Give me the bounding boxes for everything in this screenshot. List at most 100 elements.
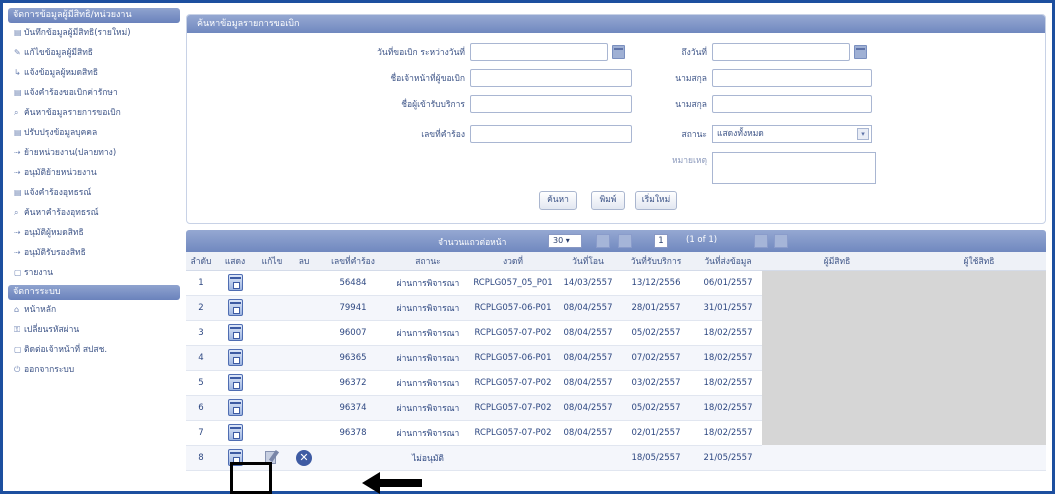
request-no-input[interactable]	[470, 125, 632, 143]
cell-edit	[254, 295, 290, 321]
cell-transfer: 08/04/2557	[558, 370, 618, 396]
calendar-icon[interactable]	[612, 45, 625, 59]
pointer-arrow-icon	[362, 472, 422, 494]
sidebar-item-label: ออกจากระบบ	[24, 365, 75, 375]
sidebar-item[interactable]: ⌂ หน้าหลัก	[8, 300, 180, 320]
sidebar-item[interactable]: ▢ ติดต่อเจ้าหน้าที่ สปสช.	[8, 340, 180, 360]
sidebar-item[interactable]: ⌕ ค้นหาคำร้องอุทธรณ์	[8, 203, 180, 223]
delete-icon[interactable]: ✕	[296, 449, 312, 466]
sidebar-item[interactable]: ▢ รายงาน	[8, 263, 180, 283]
status-select[interactable]: แสดงทั้งหมด ▾	[712, 125, 872, 143]
next-page-icon[interactable]	[754, 234, 768, 248]
table-row[interactable]: 2 79941 ผ่านการพิจารณา RCPLG057-06-P01 08/04…	[186, 295, 1046, 321]
print-button[interactable]: พิมพ์	[591, 191, 625, 210]
cell-period: RCPLG057-07-P02	[468, 395, 558, 421]
date-from-input[interactable]	[470, 43, 608, 61]
patient-surname-input[interactable]	[712, 95, 872, 113]
search-button[interactable]: ค้นหา	[539, 191, 577, 210]
officer-surname-input[interactable]	[712, 69, 872, 87]
sidebar-item[interactable]: ▤ ปรับปรุงข้อมูลบุคคล	[8, 123, 180, 143]
date-to-input[interactable]	[712, 43, 850, 61]
sidebar-menu: ▤ บันทึกข้อมูลผู้มีสิทธิ(รายใหม่) ✎ แก้ไขข้…	[8, 23, 180, 283]
prev-page-icon[interactable]	[618, 234, 632, 248]
sidebar-item-label: ค้นหาคำร้องอุทธรณ์	[24, 208, 99, 218]
table-row[interactable]: 6 96374 ผ่านการพิจารณา RCPLG057-07-P02 08/04…	[186, 395, 1046, 421]
view-icon[interactable]	[227, 374, 243, 391]
cell-view	[216, 370, 254, 396]
cell-status: ผ่านการพิจารณา	[388, 270, 468, 296]
sidebar-item[interactable]: ⇢ อนุมัติย้ายหน่วยงาน	[8, 163, 180, 183]
patient-name-input[interactable]	[470, 95, 632, 113]
column-header[interactable]: วันที่ส่งข้อมูล	[694, 252, 762, 271]
redacted-cell	[762, 445, 912, 471]
cell-period: RCPLG057-06-P01	[468, 295, 558, 321]
logout-icon: ⏻	[14, 365, 21, 374]
sidebar-item[interactable]: ▤ บันทึกข้อมูลผู้มีสิทธิ(รายใหม่)	[8, 23, 180, 43]
column-header[interactable]: สถานะ	[388, 252, 468, 271]
redacted-cell	[912, 395, 1046, 420]
claim-icon: ▤	[14, 88, 22, 97]
view-icon[interactable]	[227, 349, 243, 366]
pager-bar: จำนวนแถวต่อหน้า 30 ▾ 1 (1 of 1)	[186, 230, 1046, 252]
cell-req: 56484	[318, 270, 388, 296]
officer-surname-label: นามสกุล	[675, 74, 707, 84]
cell-transfer: 08/04/2557	[558, 395, 618, 421]
table-row[interactable]: 3 96007 ผ่านการพิจารณา RCPLG057-07-P02 08/04…	[186, 320, 1046, 346]
table-row[interactable]: 1 56484 ผ่านการพิจารณา RCPLG057_05_P01 14/03…	[186, 270, 1046, 296]
sidebar-item[interactable]: ▤ แจ้งคำร้องขอเบิกค่ารักษา	[8, 83, 180, 103]
column-header[interactable]: แก้ไข	[254, 252, 290, 271]
cell-edit	[254, 345, 290, 371]
cell-sent: 06/01/2557	[694, 270, 762, 296]
sidebar-item[interactable]: ▤ แจ้งคำร้องอุทธรณ์	[8, 183, 180, 203]
column-header[interactable]: ผู้มีสิทธิ	[762, 252, 912, 271]
last-page-icon[interactable]	[774, 234, 788, 248]
redacted-cell	[912, 370, 1046, 395]
status-label: สถานะ	[681, 130, 707, 140]
table-row[interactable]: 8 ✕ ไม่อนุมัติ 18/05/2557 21/05/2557	[186, 445, 1046, 471]
cell-view	[216, 345, 254, 371]
view-icon[interactable]	[227, 274, 243, 291]
sidebar: จัดการข้อมูลผู้มีสิทธิ/หน่วยงาน ▤ บันทึกข…	[8, 8, 180, 380]
sidebar-item[interactable]: ⌕ ค้นหาข้อมูลรายการขอเบิก	[8, 103, 180, 123]
sidebar-item[interactable]: ⇢ อนุมัติรับรองสิทธิ	[8, 243, 180, 263]
view-icon[interactable]	[227, 299, 243, 316]
column-header[interactable]: ผู้ใช้สิทธิ	[912, 252, 1046, 271]
note-textarea[interactable]	[712, 152, 876, 184]
cell-sent: 18/02/2557	[694, 420, 762, 446]
column-header[interactable]: แสดง	[216, 252, 254, 271]
column-header[interactable]: เลขที่คำร้อง	[318, 252, 388, 271]
record-icon: ▤	[14, 28, 22, 37]
table-row[interactable]: 5 96372 ผ่านการพิจารณา RCPLG057-07-P02 08/04…	[186, 370, 1046, 396]
sidebar-item[interactable]: ⇢ ย้ายหน่วยงาน(ปลายทาง)	[8, 143, 180, 163]
sidebar-item[interactable]: ⏻ ออกจากระบบ	[8, 360, 180, 380]
sidebar-item-label: อนุมัติรับรองสิทธิ	[24, 248, 86, 258]
sidebar-item[interactable]: ✎ แก้ไขข้อมูลผู้มีสิทธิ	[8, 43, 180, 63]
view-icon[interactable]	[227, 399, 243, 416]
column-header[interactable]: ลบ	[290, 252, 318, 271]
column-header[interactable]: วันที่รับบริการ	[618, 252, 694, 271]
table-row[interactable]: 4 96365 ผ่านการพิจารณา RCPLG057-06-P01 08/04…	[186, 345, 1046, 371]
sidebar-item[interactable]: ↳ แจ้งข้อมูลผู้หมดสิทธิ	[8, 63, 180, 83]
first-page-icon[interactable]	[596, 234, 610, 248]
column-header[interactable]: วันที่โอน	[558, 252, 618, 271]
rows-per-page-select[interactable]: 30 ▾	[548, 234, 582, 248]
note-label: หมายเหตุ	[672, 156, 707, 166]
cell-req: 96365	[318, 345, 388, 371]
column-header[interactable]: ลำดับ	[186, 252, 216, 271]
sidebar-item[interactable]: ⇢ อนุมัติผู้หมดสิทธิ	[8, 223, 180, 243]
current-page[interactable]: 1	[654, 234, 668, 248]
sidebar-item-label: ย้ายหน่วยงาน(ปลายทาง)	[24, 148, 117, 158]
request-no-label: เลขที่คำร้อง	[421, 130, 465, 140]
view-icon[interactable]	[227, 324, 243, 341]
chevron-down-icon[interactable]: ▾	[857, 128, 869, 140]
reset-button[interactable]: เริ่มใหม่	[635, 191, 677, 210]
officer-name-input[interactable]	[470, 69, 632, 87]
sidebar-item[interactable]: ⚿ เปลี่ยนรหัสผ่าน	[8, 320, 180, 340]
cell-req	[318, 445, 388, 471]
cell-sent: 31/01/2557	[694, 295, 762, 321]
column-header[interactable]: งวดที่	[468, 252, 558, 271]
view-icon[interactable]	[227, 424, 243, 441]
calendar-icon[interactable]	[854, 45, 867, 59]
table-row[interactable]: 7 96378 ผ่านการพิจารณา RCPLG057-07-P02 08/04…	[186, 420, 1046, 446]
sidebar-item-label: อนุมัติผู้หมดสิทธิ	[24, 228, 84, 238]
